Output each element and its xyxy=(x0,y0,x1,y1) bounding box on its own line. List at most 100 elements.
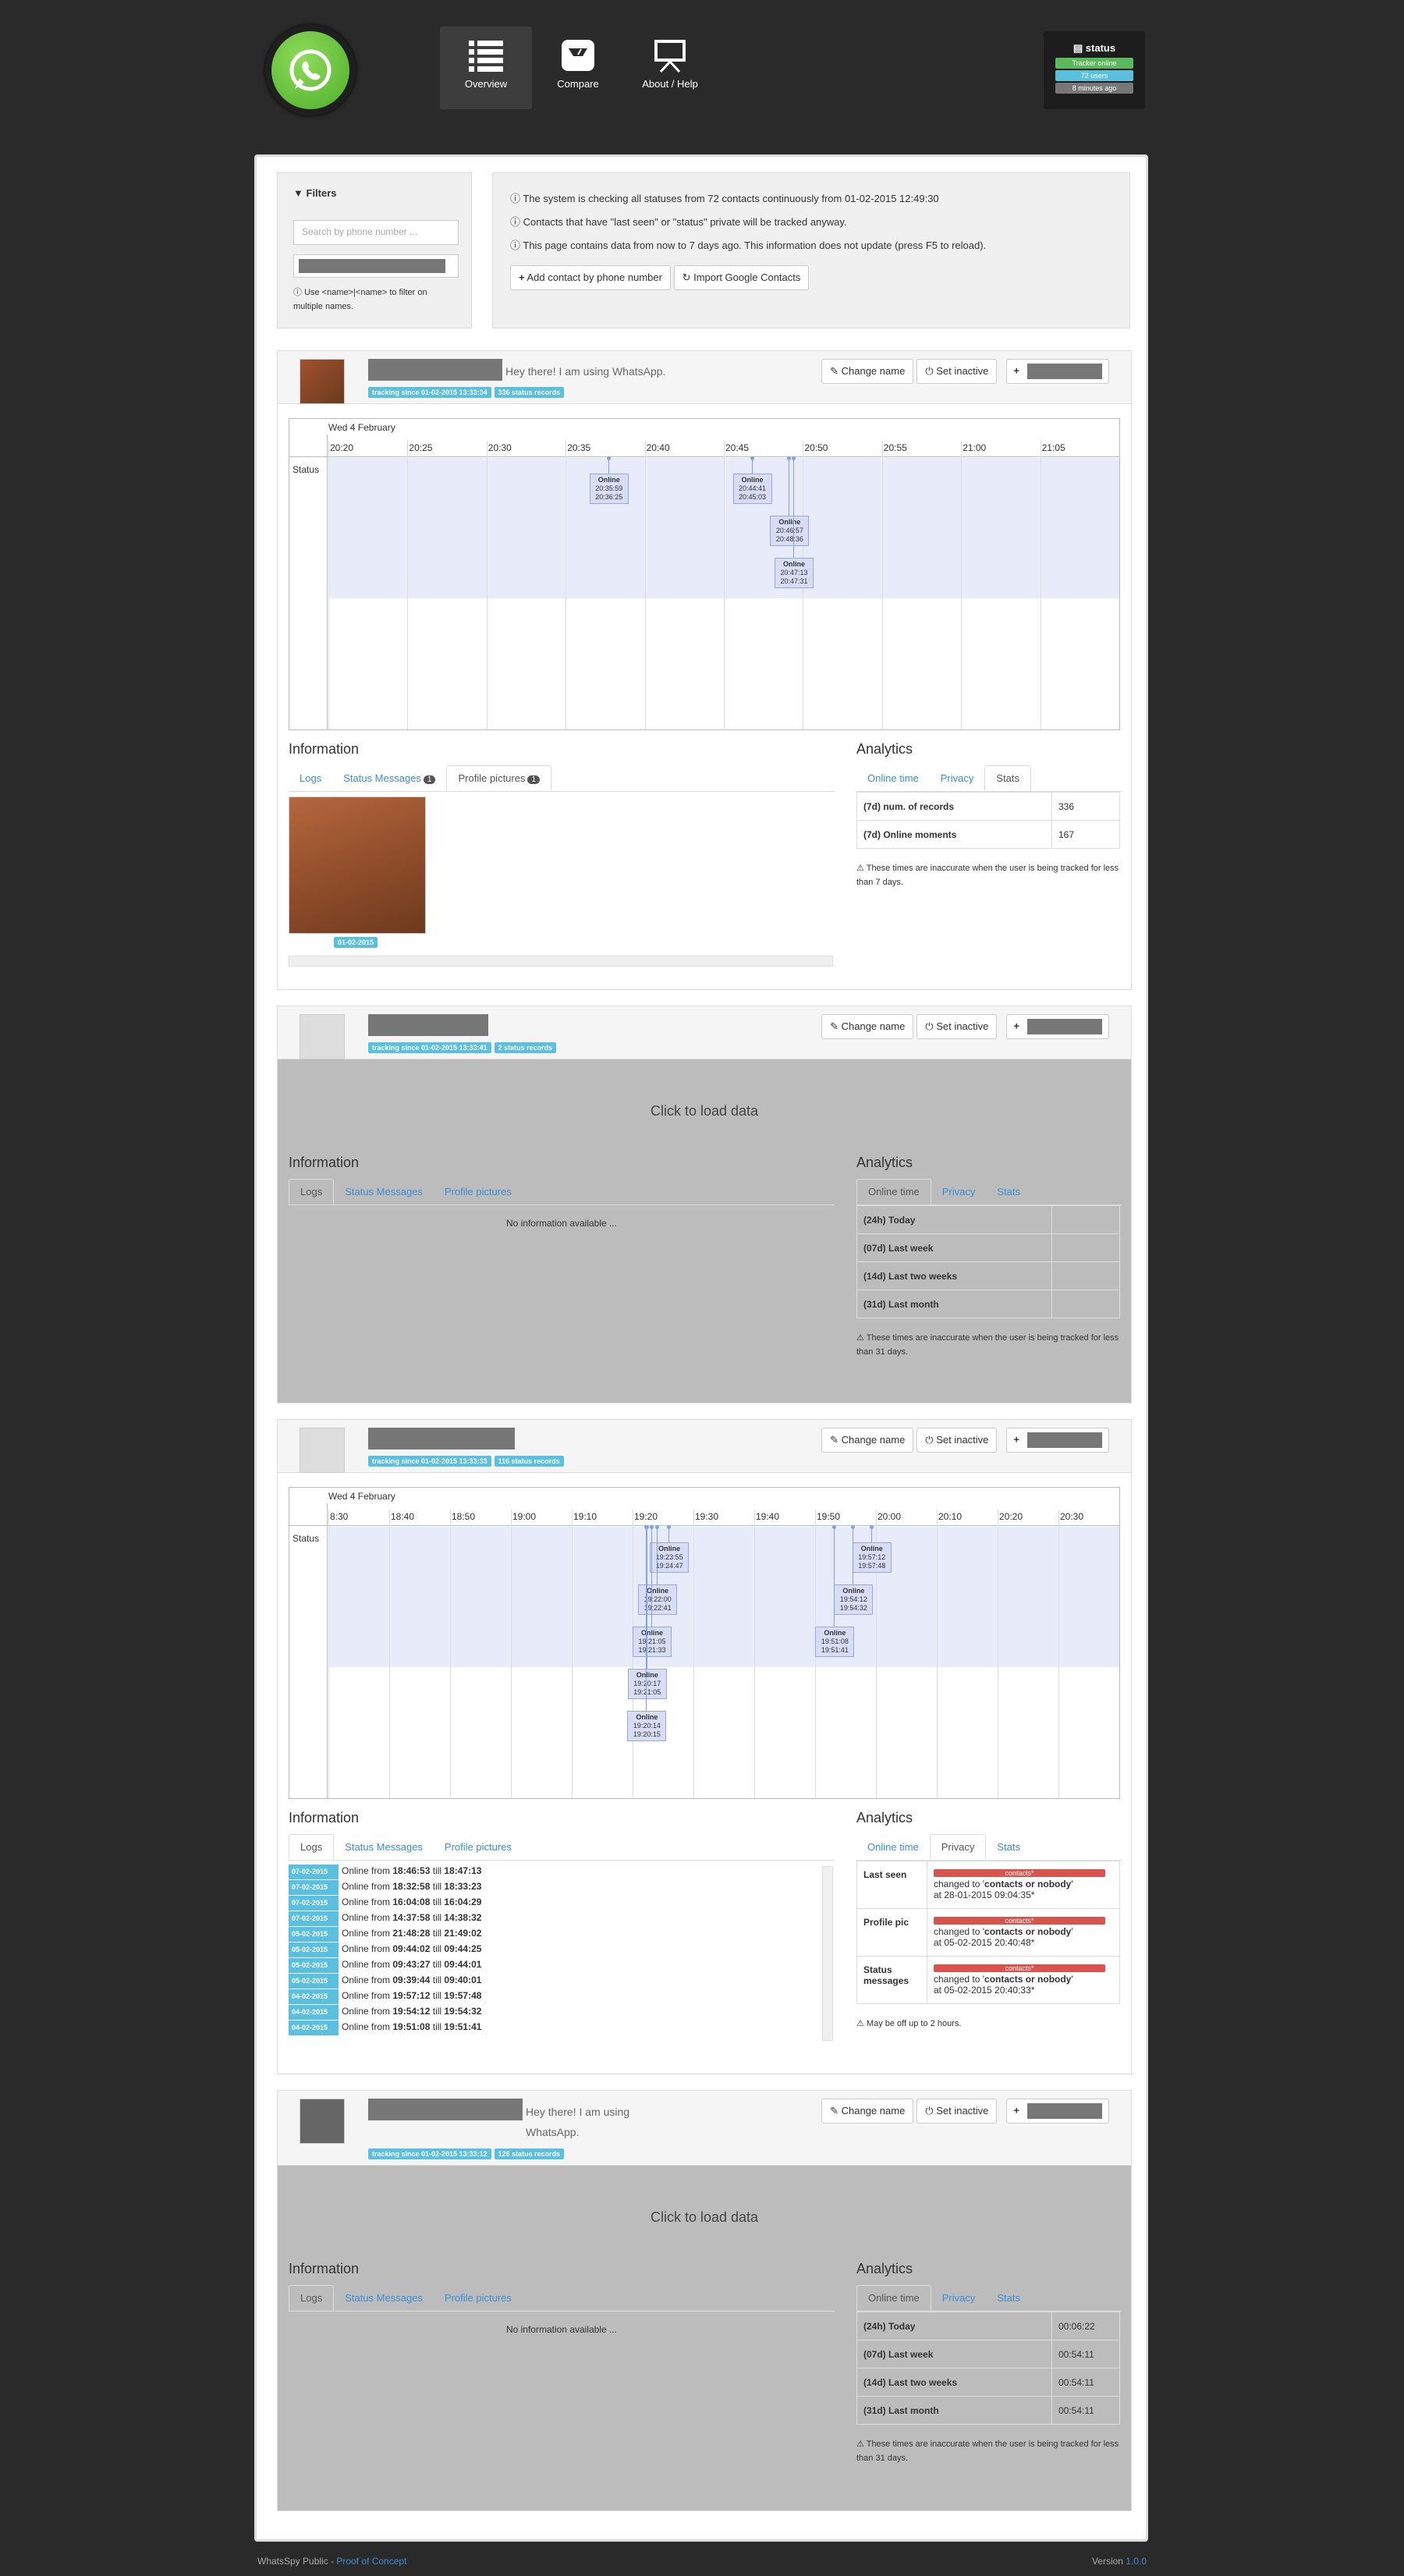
tab-stats[interactable]: Stats xyxy=(984,765,1031,791)
event-connector xyxy=(608,458,609,474)
privacy-table: Last seen contacts* changed to 'contacts o… xyxy=(856,1861,1120,2004)
axis-line xyxy=(289,1525,1119,1526)
online-event: Online 19:20:14 19:20:15 xyxy=(627,1711,667,1741)
timeline-date: Wed 4 February xyxy=(328,1491,395,1502)
grid-line xyxy=(486,441,488,729)
group-select[interactable]: + xyxy=(1006,1428,1109,1453)
nav-overview[interactable]: Overview xyxy=(440,27,532,109)
log-date-badge: 07-02-2015 xyxy=(289,1865,339,1879)
tick-label: 20:35 xyxy=(567,442,591,453)
click-to-load[interactable]: Click to load data xyxy=(278,2209,1131,2226)
load-data-area[interactable]: Click to load data Information Logs Statu… xyxy=(278,1059,1131,1403)
tab-status-messages[interactable]: Status Messages 1 xyxy=(332,766,446,790)
footer-link[interactable]: Proof of Concept xyxy=(336,2556,406,2567)
status-message: Hey there! I am using WhatsApp. xyxy=(505,365,666,378)
axis-line xyxy=(289,456,1119,457)
contact-header: Hey there! I am using WhatsApp. tracking… xyxy=(278,351,1131,404)
online-event: Online 20:44:41 20:45:03 xyxy=(732,474,772,504)
grid-line xyxy=(328,441,329,729)
footer: WhatsSpy Public - Proof of Concept Versi… xyxy=(257,2556,1147,2567)
tab-logs[interactable]: Logs xyxy=(289,2285,335,2311)
group-select[interactable]: + xyxy=(1006,1014,1109,1039)
grid-line xyxy=(644,441,646,729)
log-date-badge: 05-02-2015 xyxy=(289,1958,339,1973)
avatar[interactable] xyxy=(300,2099,345,2144)
group-select[interactable]: + xyxy=(1006,359,1109,384)
filter-help: ⓘ Use <name>|<name> to filter on multipl… xyxy=(293,288,427,311)
tab-privacy[interactable]: Privacy xyxy=(931,2286,987,2310)
contact-card: Hey there! I am using WhatsApp. tracking… xyxy=(277,2090,1132,2511)
avatar[interactable] xyxy=(300,359,345,404)
profile-picture[interactable] xyxy=(289,797,426,934)
name-filter-select[interactable] xyxy=(293,254,459,278)
tab-logs[interactable]: Logs xyxy=(289,1834,335,1860)
table-row: (07d) Last week xyxy=(856,1233,1120,1262)
tick-label: 20:20 xyxy=(999,1511,1023,1522)
avatar[interactable] xyxy=(300,1428,345,1473)
log-entry: 07-02-2015 Online from 14:37:58 till 14:3… xyxy=(289,1911,835,1926)
set-inactive-button[interactable]: ⏻ Set inactive xyxy=(916,359,998,384)
tab-online-time[interactable]: Online time xyxy=(856,2285,931,2311)
tab-stats[interactable]: Stats xyxy=(986,1180,1031,1204)
timeline[interactable]: Wed 4 February Status 8:30 18:40 18:50 19:00 1… xyxy=(289,1487,1120,1799)
main-panel: ▼ Filters Search by phone number ... ⓘ U… xyxy=(254,154,1148,2542)
info-line: ⓘ The system is checking all statuses fr… xyxy=(510,193,939,204)
vertical-scrollbar[interactable] xyxy=(822,1866,833,2041)
tick-label: 19:50 xyxy=(817,1511,841,1522)
online-time-table: (24h) Today (07d) Last week (14d) Last t… xyxy=(856,1205,1120,1318)
privacy-warning: ⚠ May be off up to 2 hours. xyxy=(856,2019,962,2028)
nav-compare[interactable]: Compare xyxy=(532,27,624,109)
grid-line xyxy=(572,1510,573,1798)
tick-label: 20:30 xyxy=(488,442,512,453)
set-inactive-button[interactable]: ⏻ Set inactive xyxy=(916,1428,998,1453)
tab-privacy[interactable]: Privacy xyxy=(930,766,985,790)
users-count-badge: 72 users xyxy=(1055,70,1133,81)
timeline[interactable]: Wed 4 February Status 20:20 20:25 20:30 20:35… xyxy=(289,418,1120,730)
set-inactive-button[interactable]: ⏻ Set inactive xyxy=(916,2099,998,2124)
tab-online-time[interactable]: Online time xyxy=(856,1835,930,1859)
change-name-button[interactable]: ✎ Change name xyxy=(821,1428,914,1453)
click-to-load[interactable]: Click to load data xyxy=(278,1103,1131,1119)
avatar[interactable] xyxy=(300,1014,345,1059)
records-badge: 126 status records xyxy=(494,2148,565,2159)
version-label: Version xyxy=(1091,2556,1126,2567)
phone-search-input[interactable]: Search by phone number ... xyxy=(293,220,459,245)
version-link[interactable]: 1.0.0 xyxy=(1126,2556,1147,2567)
add-contact-button[interactable]: + Add contact by phone number xyxy=(510,265,671,290)
tab-privacy[interactable]: Privacy xyxy=(929,1834,987,1860)
tab-stats[interactable]: Stats xyxy=(986,1835,1031,1859)
horizontal-scrollbar[interactable] xyxy=(289,956,833,967)
change-name-button[interactable]: ✎ Change name xyxy=(821,1014,914,1039)
information-title: Information xyxy=(289,1810,360,1826)
tab-online-time[interactable]: Online time xyxy=(856,1179,931,1205)
tab-logs[interactable]: Logs xyxy=(289,766,332,790)
analytics-title: Analytics xyxy=(856,741,913,757)
status-message: Hey there! I am using WhatsApp. xyxy=(526,2106,630,2138)
tab-profile-pictures[interactable]: Profile pictures 1 xyxy=(446,765,552,791)
tab-profile-pictures[interactable]: Profile pictures xyxy=(434,1835,523,1859)
tab-status-messages[interactable]: Status Messages xyxy=(334,1180,434,1204)
tab-status-messages[interactable]: Status Messages xyxy=(334,2286,434,2310)
analytics-title: Analytics xyxy=(856,2261,913,2276)
tab-privacy[interactable]: Privacy xyxy=(931,1180,987,1204)
nav-about-help[interactable]: About / Help xyxy=(624,27,716,109)
tick-label: 20:25 xyxy=(409,442,433,453)
event-connector xyxy=(651,1527,653,1627)
tab-profile-pictures[interactable]: Profile pictures xyxy=(434,1180,523,1204)
import-google-contacts-button[interactable]: ↻ Import Google Contacts xyxy=(673,265,810,290)
group-select[interactable]: + xyxy=(1006,2099,1109,2124)
tab-status-messages[interactable]: Status Messages xyxy=(334,1835,434,1859)
tab-stats[interactable]: Stats xyxy=(986,2286,1031,2310)
change-name-button[interactable]: ✎ Change name xyxy=(821,359,914,384)
set-inactive-button[interactable]: ⏻ Set inactive xyxy=(916,1014,998,1039)
tab-online-time[interactable]: Online time xyxy=(856,766,930,790)
label-column-divider xyxy=(327,1503,328,1798)
tab-logs[interactable]: Logs xyxy=(289,1179,335,1205)
tab-profile-pictures[interactable]: Profile pictures xyxy=(434,2286,523,2310)
info-line: ⓘ Contacts that have "last seen" or "sta… xyxy=(510,216,847,228)
grid-line xyxy=(328,1510,329,1798)
online-event: Online 19:21:05 19:21:33 xyxy=(633,1627,672,1657)
change-name-button[interactable]: ✎ Change name xyxy=(821,2099,914,2124)
load-data-area[interactable]: Click to load data Information Logs Statu… xyxy=(278,2166,1131,2510)
online-time-table: (24h) Today 00:06:22 (07d) Last week 00:54… xyxy=(856,2312,1120,2425)
